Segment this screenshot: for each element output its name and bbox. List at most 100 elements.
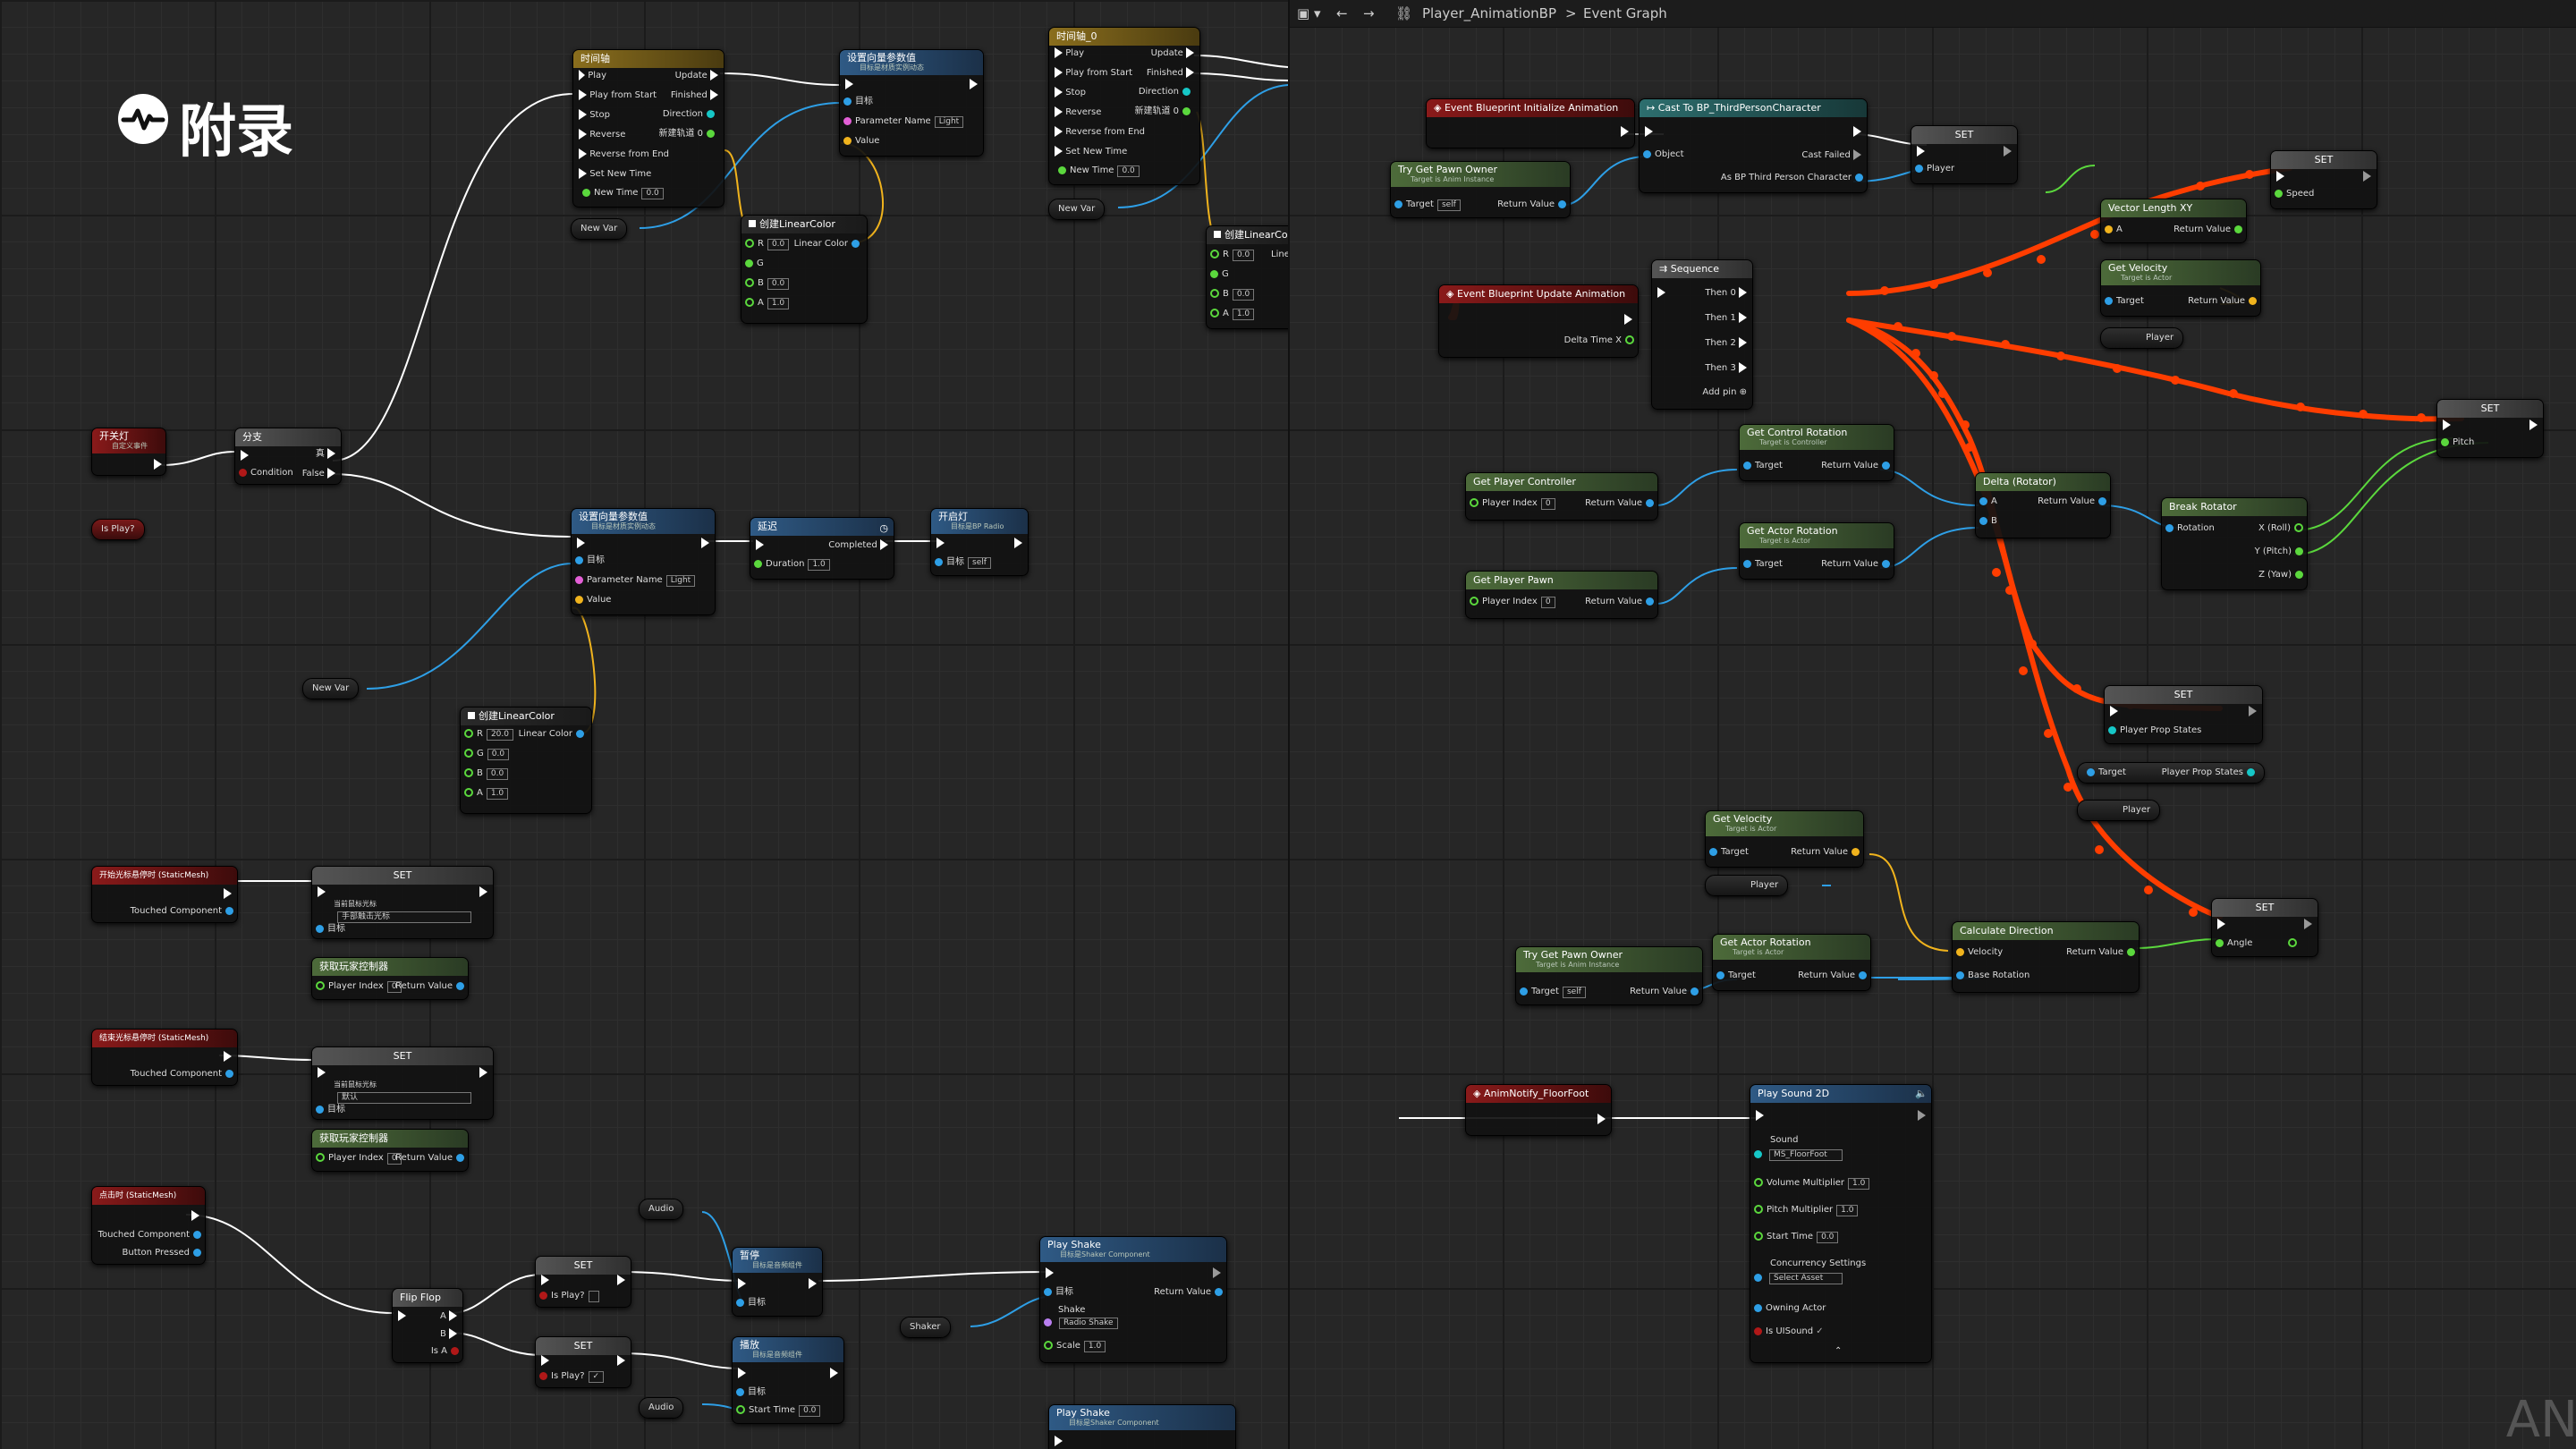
pin-exec-out[interactable] (2363, 171, 2371, 182)
make-linear-color-node-edge[interactable]: 创建LinearColor R0.0 G B0.0 A1.0 Line (1206, 225, 1288, 329)
custom-event-node[interactable]: 开关灯 自定义事件 (91, 428, 166, 476)
pin-update[interactable]: Update (675, 70, 718, 81)
pause-audio-node[interactable]: 暂停 目标是音频组件 目标 (732, 1247, 823, 1317)
pin-exec-in[interactable] (738, 1278, 746, 1290)
forward-arrow-icon[interactable]: → (1363, 0, 1375, 27)
pin-base-rotation[interactable]: Base Rotation (1953, 970, 2029, 981)
pin-exec-out[interactable] (1621, 126, 1629, 138)
pin-volume[interactable]: Volume Multiplier 1.0 (1750, 1178, 1870, 1190)
sequence-node[interactable]: ⇉ Sequence Then 0 Then 1 Then 2 Then 3 A… (1651, 259, 1753, 410)
pin-exec-out[interactable] (1624, 314, 1632, 326)
pin-play-from-start[interactable]: Play from Start (579, 89, 657, 101)
pin-a[interactable]: A 1.0 (1207, 309, 1255, 320)
pin-then-0[interactable]: Then 0 (1705, 287, 1747, 299)
collapse-chevron-icon[interactable]: ⌃ (1835, 1346, 1842, 1357)
set-angle-node[interactable]: SET Angle (2211, 898, 2318, 957)
play-audio-node[interactable]: 播放 目标是音频组件 目标 Start Time 0.0 (732, 1336, 844, 1424)
pin-return[interactable]: Return Value (1630, 987, 1702, 997)
pin-return[interactable]: Return Value (2188, 296, 2260, 307)
set-vector-param-node[interactable]: 设置向量参数值 目标是材质实例动态 目标 Parameter Name Light … (839, 49, 984, 157)
pin-exec-out[interactable] (191, 1210, 199, 1222)
player-getter[interactable]: Player (2100, 327, 2184, 349)
pin-exec-out[interactable] (1213, 1267, 1221, 1279)
pin-return[interactable]: Return Value (1497, 199, 1570, 210)
pin-target[interactable]: 目标 (840, 97, 873, 107)
player-getter-3[interactable]: Player (1705, 875, 1789, 896)
pin-velocity[interactable]: Velocity (1953, 947, 2003, 958)
vector-length-xy-node[interactable]: Vector Length XY A Return Value (2100, 199, 2247, 243)
pin-touched-component[interactable]: Touched Component (98, 1230, 205, 1241)
pin-r[interactable]: R 0.0 (1207, 250, 1255, 261)
calculate-direction-node[interactable]: Calculate Direction Velocity Base Rotati… (1952, 921, 2140, 993)
pin-target[interactable]: 目标 (312, 1105, 345, 1115)
set-player-node[interactable]: SET Player (1911, 125, 2018, 184)
back-arrow-icon[interactable]: ← (1336, 0, 1348, 27)
pin-delta-time[interactable]: Delta Time X (1564, 335, 1638, 346)
pin-play[interactable]: Play (1055, 47, 1084, 59)
get-player-controller-node-2[interactable]: 获取玩家控制器 Player Index 0 Return Value (311, 1129, 469, 1172)
pin-exec-in[interactable] (398, 1310, 406, 1322)
pin-exec-out[interactable] (2249, 706, 2257, 717)
set-cursor-node-2[interactable]: SET 当前鼠标光标 默认 目标 (311, 1046, 494, 1120)
pin-return[interactable]: Return Value (2066, 947, 2139, 958)
pin-roll[interactable]: X (Roll) (2258, 523, 2307, 534)
get-actor-rotation-node[interactable]: Get Actor Rotation Target is Actor Target… (1739, 522, 1894, 580)
pin-return[interactable]: Return Value (2174, 225, 2246, 235)
delay-node[interactable]: 延迟 ◷ Completed Duration 1.0 (750, 517, 894, 580)
pin-exec-in[interactable] (2110, 706, 2118, 717)
set-is-play-node-2[interactable]: SET Is Play? ✓ (535, 1336, 631, 1388)
pin-touched-component[interactable]: Touched Component (131, 906, 237, 917)
play-shake-node-2[interactable]: Play Shake 目标是Shaker Component (1048, 1404, 1236, 1449)
pin-button-pressed[interactable]: Button Pressed (123, 1248, 206, 1258)
pin-reverse-from-end[interactable]: Reverse from End (1055, 126, 1145, 138)
get-velocity-node-2[interactable]: Get Velocity Target is Actor Target Retur… (1705, 810, 1864, 868)
set-is-play-node[interactable]: SET Is Play? (535, 1256, 631, 1308)
timeline-node[interactable]: 时间轴 Play Play from Start Stop Reverse Re… (572, 49, 724, 208)
pin-return[interactable]: Return Value (1821, 559, 1894, 570)
cursor-select[interactable]: 手部触击光标 (334, 911, 471, 923)
pin-return[interactable]: Return Value (1798, 970, 1870, 981)
pin-set-new-time[interactable]: Set New Time (1055, 146, 1127, 157)
pin-new-time[interactable]: New Time 0.0 (579, 188, 664, 199)
pin-exec-out[interactable] (970, 79, 978, 90)
pin-reverse[interactable]: Reverse (1055, 106, 1101, 118)
pin-is-play[interactable]: Is Play? (536, 1291, 600, 1302)
try-get-pawn-owner-node-2[interactable]: Try Get Pawn Owner Target is Anim Instanc… (1515, 946, 1703, 1005)
pin-exec-out[interactable] (224, 888, 232, 900)
anim-notify-floorfoot-node[interactable]: ◈ AnimNotify_FloorFoot (1465, 1084, 1612, 1136)
set-pitch-node[interactable]: SET Pitch (2436, 399, 2544, 458)
new-var-getter-2[interactable]: New Var (1048, 199, 1106, 220)
pin-pitch[interactable]: Pitch Multiplier 1.0 (1750, 1205, 1859, 1216)
player-getter-2[interactable]: Player (2077, 800, 2161, 821)
hover-end-event-node[interactable]: 结束光标悬停时 (StaticMesh) Touched Component (91, 1029, 238, 1086)
pin-exec-out[interactable] (479, 886, 487, 898)
pin-target[interactable]: Target (1713, 970, 1756, 981)
pin-track0[interactable]: 新建轨道 0 (1134, 106, 1194, 117)
get-player-pawn-node[interactable]: Get Player Pawn Player Index 0 Return Val… (1465, 571, 1658, 619)
pin-exec-in[interactable] (318, 1067, 326, 1079)
pin-pitch[interactable]: Y (Pitch) (2255, 547, 2307, 557)
pin-update[interactable]: Update (1151, 47, 1194, 59)
pin-return[interactable]: Return Value (1585, 597, 1657, 607)
pin-exec-in[interactable] (1756, 1110, 1764, 1122)
pin-g[interactable]: G 0.0 (461, 749, 510, 760)
pin-exec-in[interactable] (1055, 1436, 1063, 1447)
pin-exec-out[interactable] (809, 1278, 817, 1290)
pin-shake[interactable]: Radio Shake (1040, 1318, 1118, 1329)
pin-exec-out[interactable] (1853, 126, 1861, 138)
pin-then-2[interactable]: Then 2 (1705, 337, 1747, 349)
pin-exec-out[interactable] (617, 1355, 625, 1367)
pin-direction[interactable]: Direction (1139, 87, 1194, 97)
pin-a[interactable]: A (2101, 225, 2123, 235)
pin-player-index[interactable]: Player Index 0 (1466, 597, 1555, 608)
pin-r[interactable]: R 0.0 (741, 239, 790, 250)
pin-play-from-start[interactable]: Play from Start (1055, 67, 1132, 79)
pin-target[interactable]: 目标 (733, 1387, 766, 1398)
pin-target[interactable]: 目标 self (931, 557, 991, 569)
pin-param-name[interactable]: Parameter Name Light (572, 575, 696, 587)
pin-pitch[interactable]: Pitch (2437, 437, 2474, 448)
pin-play[interactable]: Play (579, 70, 606, 81)
pin-owning-actor[interactable]: Owning Actor (1750, 1303, 1826, 1314)
graph-menu-icon[interactable]: ▣ ▾ (1297, 0, 1320, 27)
pin-exec-out[interactable] (1597, 1114, 1606, 1125)
